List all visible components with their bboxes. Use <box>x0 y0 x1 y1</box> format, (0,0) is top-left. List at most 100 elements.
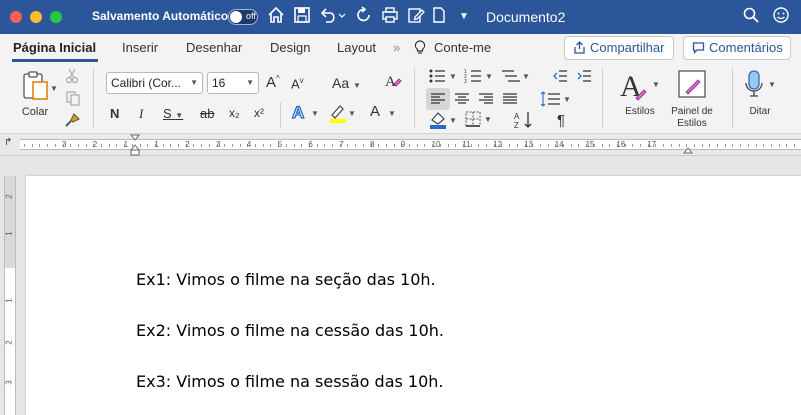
clear-formatting-icon[interactable]: A <box>384 72 402 93</box>
search-icon[interactable] <box>742 6 760 31</box>
font-size-combo[interactable]: 16 ▼ <box>207 72 259 94</box>
microphone-icon[interactable]: ▼ <box>744 68 778 105</box>
autosave-toggle[interactable]: off <box>228 9 258 25</box>
edit-document-icon[interactable] <box>406 6 426 28</box>
save-icon[interactable] <box>292 6 312 28</box>
home-icon[interactable] <box>266 6 286 28</box>
tab-insert[interactable]: Inserir <box>122 40 158 55</box>
ruler-number: 7 <box>339 140 344 149</box>
vertical-ruler-number: 2 <box>4 194 14 199</box>
ruler-number: 17 <box>647 140 657 149</box>
close-window-button[interactable] <box>10 11 22 23</box>
ruler-tick <box>578 144 580 147</box>
undo-icon[interactable] <box>318 6 348 28</box>
align-right-icon[interactable] <box>478 92 494 109</box>
ruler-tick <box>740 144 742 147</box>
ruler-tick <box>516 144 518 147</box>
tab-layout[interactable]: Layout <box>337 40 376 55</box>
line-spacing-icon[interactable]: ▼ <box>540 90 572 111</box>
ruler-number: 3 <box>62 140 67 149</box>
indent-marker[interactable] <box>129 134 141 156</box>
change-case-button[interactable]: Aa ▼ <box>332 75 361 91</box>
superscript-button[interactable]: x² <box>254 106 264 120</box>
ruler-tick <box>455 144 457 147</box>
document-page[interactable]: Ex1: Vimos o filme na seção das 10h. Ex2… <box>26 176 801 415</box>
copy-icon[interactable] <box>65 90 81 109</box>
customize-toolbar-icon[interactable]: ▼ <box>456 6 472 28</box>
document-line[interactable]: Ex3: Vimos o filme na sessão das 10h. <box>136 372 444 391</box>
ruler-tick <box>201 144 203 147</box>
new-document-icon[interactable] <box>430 6 448 28</box>
strikethrough-button[interactable]: ab <box>200 106 214 121</box>
tab-design[interactable]: Design <box>270 40 310 55</box>
redo-icon[interactable] <box>354 6 374 28</box>
document-line[interactable]: Ex1: Vimos o filme na seção das 10h. <box>136 270 436 289</box>
decrease-indent-icon[interactable] <box>552 68 568 87</box>
underline-button[interactable]: S ▼ <box>163 106 183 121</box>
ruler-tick <box>239 144 241 147</box>
bold-button[interactable]: N <box>110 106 119 121</box>
highlight-icon[interactable]: ▼ <box>328 102 358 127</box>
share-icon <box>574 41 585 54</box>
svg-text:A: A <box>292 103 304 122</box>
ruler-number: 3 <box>216 140 221 149</box>
horizontal-ruler[interactable]: ↱ 3 2 1 1 2 3 4 5 6 7 8 9 10 11 12 13 14 15 16 17 <box>0 134 801 156</box>
ruler-tick <box>486 144 487 147</box>
borders-icon[interactable]: ▼ <box>464 110 496 131</box>
format-painter-icon[interactable] <box>65 112 81 131</box>
sort-icon[interactable]: AZ <box>514 110 534 133</box>
minimize-window-button[interactable] <box>30 11 42 23</box>
styles-gallery-icon[interactable]: A ▼ <box>618 68 662 105</box>
svg-text:▼: ▼ <box>388 109 396 118</box>
bullets-icon[interactable]: ▼ <box>428 68 460 87</box>
font-name-combo[interactable]: Calibri (Cor... ▼ <box>106 72 203 94</box>
ruler-tick <box>732 144 734 147</box>
ruler-tick <box>39 144 41 147</box>
tell-me-search[interactable]: Conte-me <box>434 40 491 55</box>
numbering-icon[interactable]: 1 2 3 ▼ <box>464 68 496 87</box>
ruler-tick <box>670 144 672 147</box>
ruler-tick <box>755 144 757 147</box>
ruler-tick <box>31 144 33 147</box>
tab-home[interactable]: Página Inicial <box>13 40 96 55</box>
text-effects-icon[interactable]: A ▼ <box>291 102 321 125</box>
subscript-button[interactable]: x₂ <box>229 106 240 120</box>
italic-button[interactable]: I <box>139 106 143 122</box>
chevron-down-icon: ▼ <box>190 78 198 87</box>
shading-icon[interactable]: ▼ <box>428 110 460 133</box>
paste-options-dropdown[interactable]: ▼ <box>50 84 58 93</box>
ruler-tick <box>539 144 541 147</box>
svg-text:3: 3 <box>464 79 467 84</box>
justify-icon[interactable] <box>502 92 518 109</box>
ruler-tick <box>347 144 349 147</box>
cut-icon[interactable] <box>65 68 79 87</box>
share-button[interactable]: Compartilhar <box>564 36 674 60</box>
ruler-tick <box>632 144 634 147</box>
show-formatting-marks[interactable]: ¶ <box>557 112 565 129</box>
tab-stop-icon[interactable]: ↱ <box>4 137 12 148</box>
document-line[interactable]: Ex2: Vimos o filme na cessão das 10h. <box>136 321 444 340</box>
ruler-number: 10 <box>431 140 441 149</box>
ruler-tick <box>693 144 695 147</box>
font-color-icon[interactable]: A ▼ <box>368 102 398 127</box>
dictate-label: Ditar <box>749 106 771 117</box>
tab-draw[interactable]: Desenhar <box>186 40 242 55</box>
ruler-tick <box>208 144 210 147</box>
print-icon[interactable] <box>380 6 400 28</box>
more-tabs-icon[interactable]: » <box>393 40 400 55</box>
shrink-font-button[interactable]: Av <box>291 76 304 91</box>
ruler-tick <box>116 144 118 147</box>
ruler-tick <box>570 144 572 147</box>
align-center-icon[interactable] <box>454 92 470 109</box>
comments-button[interactable]: Comentários <box>683 36 791 60</box>
multilevel-list-icon[interactable]: ▼ <box>500 68 532 87</box>
ruler-tick <box>270 144 272 147</box>
zoom-window-button[interactable] <box>50 11 62 23</box>
styles-pane-icon[interactable] <box>676 68 708 105</box>
grow-font-button[interactable]: A^ <box>266 74 280 91</box>
align-left-button[interactable] <box>426 88 450 110</box>
increase-indent-icon[interactable] <box>576 68 592 87</box>
feedback-smiley-icon[interactable] <box>772 6 790 31</box>
right-indent-marker[interactable] <box>682 144 694 156</box>
separator <box>602 68 603 128</box>
